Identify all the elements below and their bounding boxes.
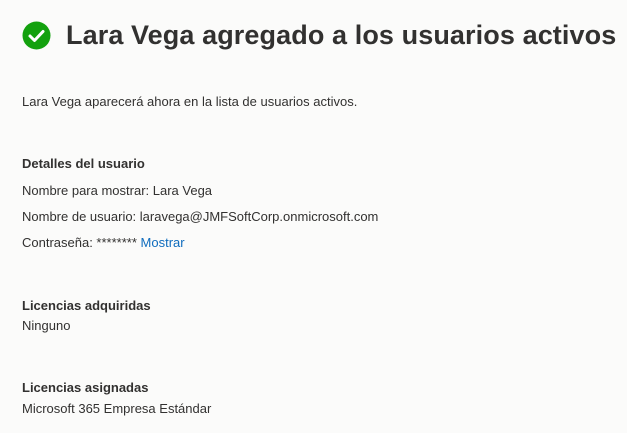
intro-text: Lara Vega aparecerá ahora en la lista de…: [22, 94, 358, 109]
header: Lara Vega agregado a los usuarios activo…: [22, 20, 616, 51]
assigned-licenses-value: Microsoft 365 Empresa Estándar: [22, 401, 212, 416]
success-panel: Lara Vega agregado a los usuarios activo…: [0, 0, 627, 433]
display-name-text: Nombre para mostrar: Lara Vega: [22, 183, 213, 198]
password-row: Contraseña: ******** Mostrar: [22, 235, 185, 250]
purchased-licenses-value: Ninguno: [22, 318, 71, 333]
user-details-heading: Detalles del usuario: [22, 156, 145, 171]
show-password-link[interactable]: Mostrar: [141, 235, 185, 250]
assigned-licenses-heading: Licencias asignadas: [22, 380, 149, 395]
username-text: Nombre de usuario: laravega@JMFSoftCorp.…: [22, 209, 379, 224]
checkmark-circle-icon: [22, 21, 51, 50]
page-title: Lara Vega agregado a los usuarios activo…: [66, 20, 617, 50]
password-text: Contraseña: ********: [22, 235, 141, 250]
purchased-licenses-heading: Licencias adquiridas: [22, 298, 151, 313]
